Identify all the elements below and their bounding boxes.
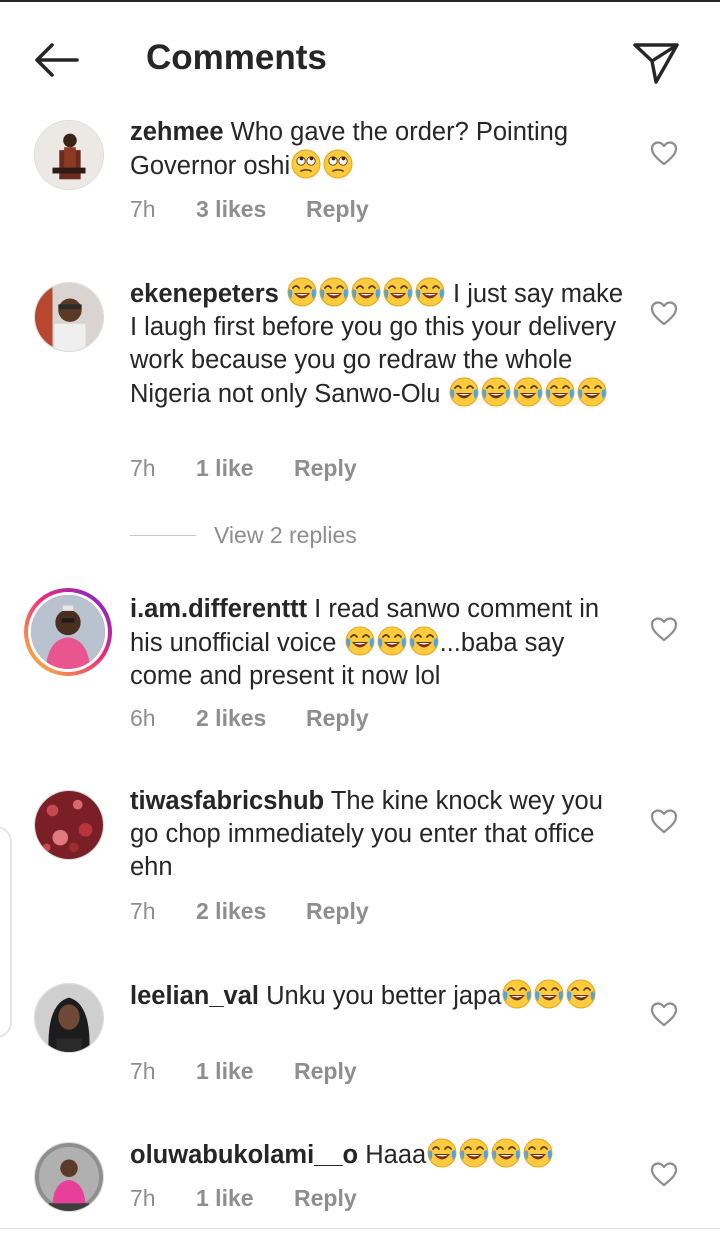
view-replies-label[interactable]: View 2 replies bbox=[214, 522, 357, 549]
tears-of-joy-emoji-icon bbox=[502, 979, 533, 1009]
reply-button[interactable]: Reply bbox=[306, 705, 369, 732]
comment-meta: 7h 1 like Reply bbox=[130, 1058, 357, 1085]
comment-meta: 6h 2 likes Reply bbox=[130, 705, 369, 732]
rolling-eyes-emoji-icon bbox=[291, 149, 321, 179]
heart-icon[interactable] bbox=[650, 808, 678, 834]
comment-username[interactable]: ekenepeters bbox=[130, 280, 279, 308]
avatar[interactable] bbox=[34, 790, 104, 860]
tears-of-joy-emoji-icon bbox=[287, 277, 317, 307]
comment-meta: 7h 2 likes Reply bbox=[130, 898, 369, 925]
tears-of-joy-emoji-icon bbox=[491, 1138, 522, 1168]
tears-of-joy-emoji-icon bbox=[544, 377, 575, 407]
comment-time: 6h bbox=[130, 705, 156, 731]
comment-likes[interactable]: 3 likes bbox=[196, 196, 266, 223]
comment-likes[interactable]: 1 like bbox=[196, 1185, 254, 1212]
paper-plane-icon[interactable] bbox=[630, 36, 682, 88]
page-title: Comments bbox=[146, 38, 327, 77]
heart-icon[interactable] bbox=[650, 300, 678, 326]
comment-text: tiwasfabricshub The kine knock wey you g… bbox=[130, 785, 630, 884]
comment-body bbox=[279, 280, 286, 308]
avatar[interactable] bbox=[34, 983, 104, 1053]
comment-body: Unku you better japa bbox=[259, 982, 502, 1010]
comment-likes[interactable]: 2 likes bbox=[196, 705, 266, 732]
comment-time: 7h bbox=[130, 898, 156, 924]
heart-icon[interactable] bbox=[650, 1001, 678, 1027]
comments-header: Comments bbox=[0, 2, 720, 110]
tears-of-joy-emoji-icon bbox=[415, 277, 445, 307]
tears-of-joy-emoji-icon bbox=[351, 277, 381, 307]
rolling-eyes-emoji-icon bbox=[323, 149, 353, 179]
tears-of-joy-emoji-icon bbox=[344, 626, 375, 656]
comment-likes[interactable]: 2 likes bbox=[196, 898, 266, 925]
avatar[interactable] bbox=[34, 282, 104, 352]
reply-button[interactable]: Reply bbox=[294, 1058, 357, 1085]
comment-time: 7h bbox=[130, 455, 156, 481]
heart-icon[interactable] bbox=[650, 1161, 678, 1187]
bottom-divider bbox=[0, 1228, 720, 1229]
tears-of-joy-emoji-icon bbox=[448, 377, 479, 407]
arrow-left-icon[interactable] bbox=[30, 36, 82, 84]
comment-text: zehmee Who gave the order? Pointing Gove… bbox=[130, 116, 630, 183]
tears-of-joy-emoji-icon bbox=[408, 626, 439, 656]
reply-button[interactable]: Reply bbox=[306, 196, 369, 223]
tears-of-joy-emoji-icon bbox=[566, 979, 597, 1009]
tears-of-joy-emoji-icon bbox=[576, 377, 607, 407]
heart-icon[interactable] bbox=[650, 616, 678, 642]
comment-username[interactable]: tiwasfabricshub bbox=[130, 787, 324, 815]
comment-username[interactable]: leelian_val bbox=[130, 982, 259, 1010]
comment-meta: 7h 3 likes Reply bbox=[130, 196, 369, 223]
edge-panel-handle[interactable] bbox=[0, 826, 12, 1038]
avatar[interactable] bbox=[24, 588, 112, 676]
comment-username[interactable]: zehmee bbox=[130, 118, 224, 146]
tears-of-joy-emoji-icon bbox=[459, 1138, 490, 1168]
comment-username[interactable]: i.am.differenttt bbox=[130, 595, 307, 623]
replies-divider bbox=[130, 535, 196, 536]
heart-icon[interactable] bbox=[650, 140, 678, 166]
tears-of-joy-emoji-icon bbox=[319, 277, 349, 307]
comment-time: 7h bbox=[130, 1058, 156, 1084]
comment-time: 7h bbox=[130, 1185, 156, 1211]
comment-text: leelian_val Unku you better japa bbox=[130, 979, 630, 1013]
reply-button[interactable]: Reply bbox=[294, 1185, 357, 1212]
reply-button[interactable]: Reply bbox=[306, 898, 369, 925]
comment-meta: 7h 1 like Reply bbox=[130, 1185, 357, 1212]
comment-username[interactable]: oluwabukolami__o bbox=[130, 1141, 358, 1169]
tears-of-joy-emoji-icon bbox=[512, 377, 543, 407]
tears-of-joy-emoji-icon bbox=[523, 1138, 554, 1168]
avatar[interactable] bbox=[34, 120, 104, 190]
comment-body: Haaa bbox=[358, 1141, 427, 1169]
reply-button[interactable]: Reply bbox=[294, 455, 357, 482]
comment-likes[interactable]: 1 like bbox=[196, 455, 254, 482]
comment-text: oluwabukolami__o Haaa bbox=[130, 1138, 630, 1172]
tears-of-joy-emoji-icon bbox=[376, 626, 407, 656]
tears-of-joy-emoji-icon bbox=[534, 979, 565, 1009]
avatar[interactable] bbox=[34, 1142, 104, 1212]
comment-meta: 7h 1 like Reply bbox=[130, 455, 357, 482]
comment-text: i.am.differenttt I read sanwo comment in… bbox=[130, 593, 630, 693]
comment-time: 7h bbox=[130, 196, 156, 222]
story-ring bbox=[28, 592, 108, 672]
comment-text: ekenepeters I just say make I laugh firs… bbox=[130, 277, 630, 411]
comment-likes[interactable]: 1 like bbox=[196, 1058, 254, 1085]
tears-of-joy-emoji-icon bbox=[480, 377, 511, 407]
tears-of-joy-emoji-icon bbox=[427, 1138, 458, 1168]
tears-of-joy-emoji-icon bbox=[383, 277, 413, 307]
